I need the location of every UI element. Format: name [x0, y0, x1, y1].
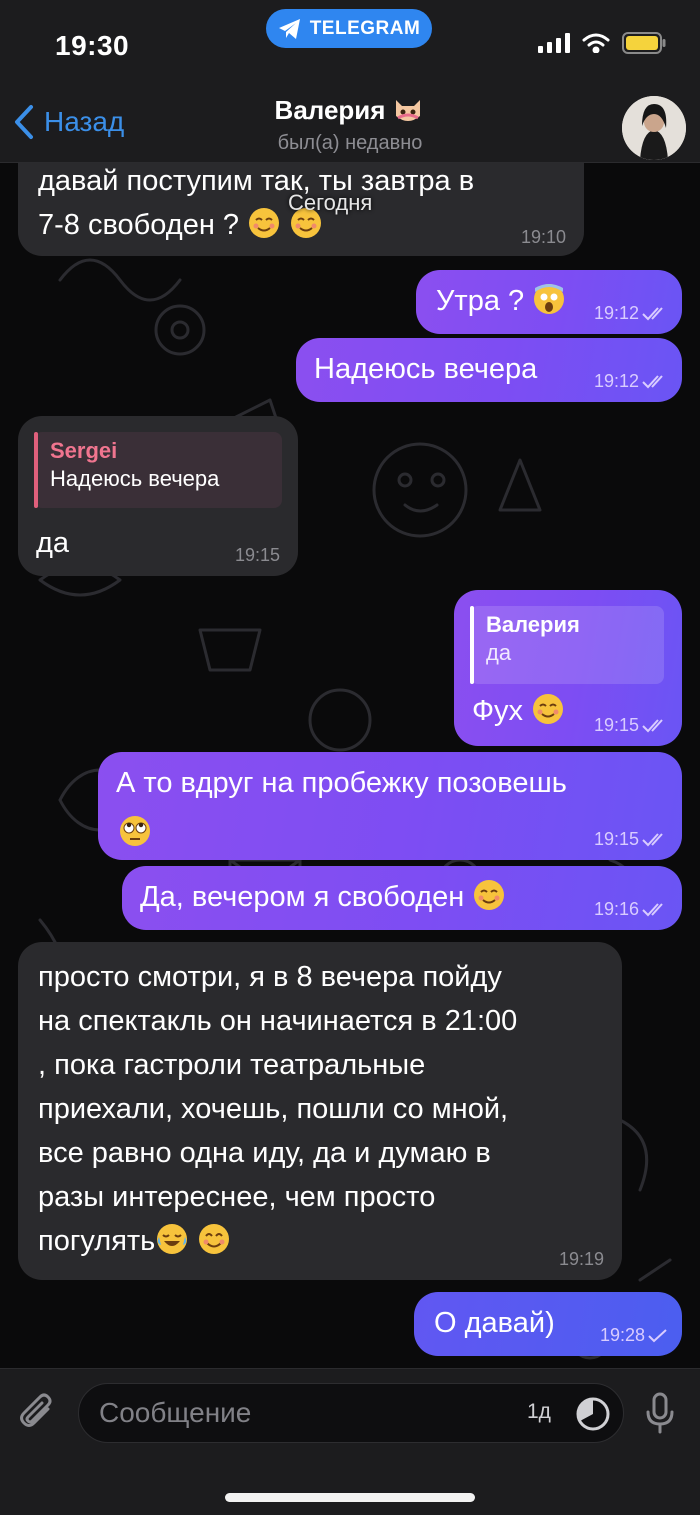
cellular-signal-icon [538, 33, 570, 53]
chat-info[interactable]: Валерия был(а) недавно [0, 94, 700, 155]
message-text: Да, вечером я свободен [140, 878, 506, 917]
reply-author: Sergei [50, 438, 118, 463]
message-text: на спектакль он начинается в 21:00 [38, 1005, 518, 1037]
message-text: А то вдруг на пробежку позовешь [116, 767, 567, 799]
message-time: 19:10 [520, 227, 566, 247]
message-text: Утра ? [436, 282, 566, 321]
reply-bar [34, 432, 38, 508]
cat-emoji-icon [396, 100, 421, 121]
reply-bar [470, 606, 474, 684]
autodelete-timer-label: 1д [527, 1400, 551, 1423]
message-time: 19:12 [593, 371, 639, 391]
message-meta: 19:28 [600, 1325, 668, 1346]
tears-of-joy-icon [157, 1224, 188, 1254]
timer-icon[interactable] [575, 1396, 611, 1432]
message-text: , пока гастроли театральные [38, 1049, 426, 1081]
system-status-icons [538, 32, 666, 54]
avatar[interactable] [622, 96, 686, 160]
message-field[interactable]: 1д [78, 1383, 624, 1443]
message-outgoing[interactable]: Валерия да Фух 19:15 [454, 590, 682, 746]
message-meta: 19:10 [521, 227, 566, 248]
double-check-icon [642, 718, 663, 732]
message-time: 19:15 [593, 715, 639, 735]
message-incoming[interactable]: Sergei Надеюсь вечера да 19:15 [18, 416, 298, 576]
message-text: просто смотри, я в 8 вечера пойду [38, 961, 502, 993]
double-check-icon [642, 306, 663, 320]
message-input[interactable] [99, 1384, 479, 1442]
message-outgoing[interactable]: О давай) 19:28 [414, 1292, 682, 1356]
attach-icon[interactable] [18, 1391, 58, 1435]
message-list[interactable]: давай поступим так, ты завтра в 7-8 своб… [0, 0, 700, 1368]
relieved-face-icon [249, 208, 280, 238]
message-text: да [36, 527, 70, 559]
relieved-face-icon [474, 880, 505, 910]
message-time: 19:15 [234, 545, 280, 565]
message-meta: 19:16 [594, 899, 668, 920]
telegram-icon [278, 18, 300, 39]
message-meta: 19:15 [594, 829, 668, 850]
message-text: давай поступим так, ты завтра в [38, 165, 475, 197]
message-meta: 19:15 [594, 715, 668, 736]
chat-header: 19:30 TELEGRAM Назад Валерия был(а) неда… [0, 0, 700, 163]
message-outgoing[interactable]: Да, вечером я свободен 19:16 [122, 866, 682, 930]
battery-icon [622, 32, 666, 54]
message-outgoing[interactable]: Надеюсь вечера 19:12 [296, 338, 682, 402]
message-incoming[interactable]: просто смотри, я в 8 вечера пойду на спе… [18, 942, 622, 1280]
reply-text: Надеюсь вечера [50, 466, 220, 491]
message-outgoing[interactable]: Утра ? 19:12 [416, 270, 682, 334]
relieved-face-icon [533, 694, 564, 724]
avatar-photo-icon [622, 96, 686, 160]
check-icon [648, 1328, 667, 1342]
scream-face-icon [534, 284, 565, 314]
message-time: 19:12 [593, 303, 639, 323]
message-outgoing[interactable]: А то вдруг на пробежку позовешь 19:15 [98, 752, 682, 860]
reply-quote[interactable]: Валерия да [470, 606, 664, 684]
message-text: все равно одна иду, да и думаю в [38, 1137, 491, 1169]
message-time: 19:28 [599, 1325, 645, 1345]
message-text: погулять [38, 1222, 231, 1261]
reply-quote[interactable]: Sergei Надеюсь вечера [34, 432, 282, 508]
rolling-eyes-icon [120, 816, 150, 846]
app-pill-label: TELEGRAM [309, 17, 421, 39]
home-indicator[interactable] [225, 1493, 475, 1502]
microphone-icon[interactable] [644, 1391, 676, 1435]
message-time: 19:19 [558, 1249, 604, 1269]
message-meta: 19:12 [594, 371, 668, 392]
return-to-app-pill[interactable]: TELEGRAM [266, 9, 432, 48]
message-text: разы интереснее, чем просто [38, 1181, 436, 1213]
wifi-icon [582, 33, 610, 53]
double-check-icon [642, 902, 663, 916]
double-check-icon [642, 374, 663, 388]
message-text: Фух [472, 692, 565, 731]
status-time: 19:30 [55, 30, 130, 61]
message-meta: 19:19 [559, 1249, 604, 1270]
message-time: 19:16 [593, 899, 639, 919]
message-text: приехали, хочешь, пошли со мной, [38, 1093, 509, 1125]
chat-status: был(а) недавно [277, 132, 423, 154]
reply-author: Валерия [486, 612, 580, 637]
message-time: 19:15 [593, 829, 639, 849]
message-meta: 19:15 [235, 545, 280, 566]
double-check-icon [642, 832, 663, 846]
message-text: Надеюсь вечера [314, 353, 538, 385]
message-meta: 19:12 [594, 303, 668, 324]
date-separator: Сегодня [288, 190, 373, 215]
reply-text: да [486, 640, 512, 665]
chat-title: Валерия [275, 94, 426, 126]
message-text: О давай) [434, 1307, 555, 1339]
message-text: 7-8 свободен ? [38, 206, 323, 245]
smiling-face-icon [199, 1224, 230, 1254]
